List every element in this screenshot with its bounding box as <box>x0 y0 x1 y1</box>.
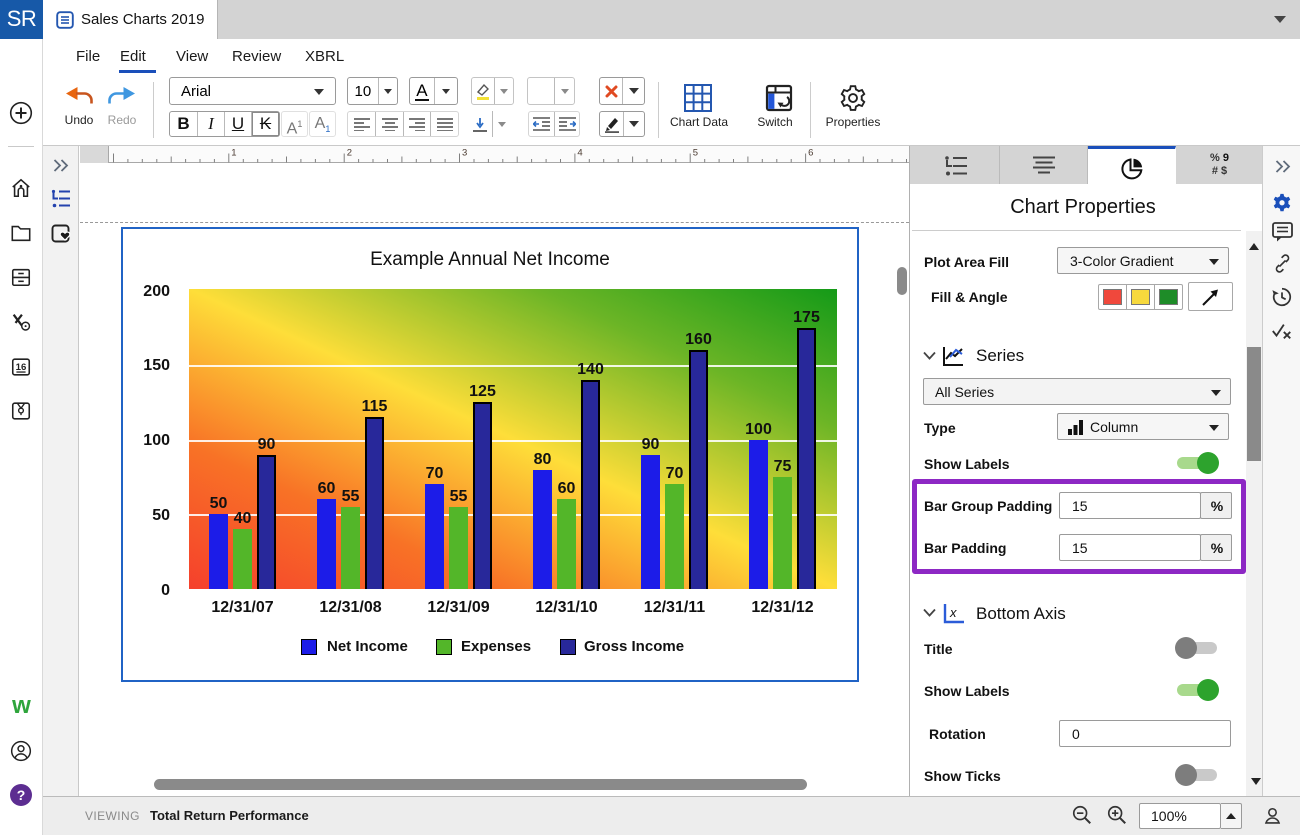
svg-text:4: 4 <box>577 148 582 159</box>
svg-text:5: 5 <box>693 148 698 159</box>
svg-text:3: 3 <box>462 148 467 159</box>
svg-text:x: x <box>949 605 957 620</box>
svg-text:6: 6 <box>808 148 813 159</box>
svg-text:1: 1 <box>231 148 236 159</box>
svg-text:2: 2 <box>347 148 352 159</box>
